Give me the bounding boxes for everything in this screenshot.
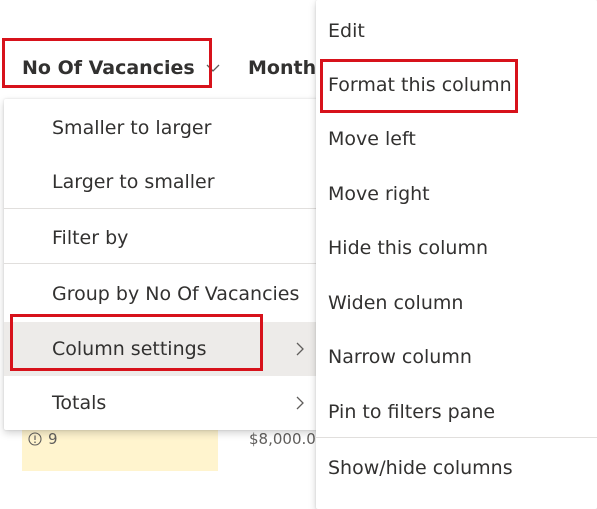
column-dropdown-menu: Smaller to larger Larger to smaller Filt… bbox=[4, 99, 320, 430]
chevron-right-icon bbox=[296, 396, 304, 410]
menu-item-edit[interactable]: Edit bbox=[316, 4, 597, 58]
info-circle-icon bbox=[28, 432, 42, 446]
menu-item-narrow-column[interactable]: Narrow column bbox=[316, 330, 597, 384]
column-header-label: No Of Vacancies bbox=[22, 57, 195, 79]
column-header-month[interactable]: Month bbox=[248, 54, 316, 82]
menu-item-widen-column[interactable]: Widen column bbox=[316, 276, 597, 330]
menu-item-show-hide-columns[interactable]: Show/hide columns bbox=[316, 441, 597, 495]
menu-item-totals[interactable]: Totals bbox=[4, 376, 320, 430]
column-header-no-of-vacancies[interactable]: No Of Vacancies bbox=[22, 54, 221, 82]
menu-item-move-right[interactable]: Move right bbox=[316, 167, 597, 221]
menu-divider bbox=[4, 208, 320, 209]
column-settings-submenu: Edit Format this column Move left Move r… bbox=[316, 0, 597, 509]
menu-divider bbox=[316, 437, 597, 438]
menu-item-move-left[interactable]: Move left bbox=[316, 112, 597, 166]
menu-divider bbox=[4, 263, 320, 264]
chevron-right-icon bbox=[296, 342, 304, 356]
chevron-down-icon bbox=[206, 64, 220, 72]
month-cell-value: $8,000.0 bbox=[249, 430, 316, 448]
list-view: No Of Vacancies Month 9 $8,000.0 Smaller… bbox=[0, 0, 597, 509]
menu-item-filter-by[interactable]: Filter by bbox=[4, 211, 320, 265]
menu-item-format-this-column[interactable]: Format this column bbox=[316, 58, 597, 112]
menu-item-column-settings[interactable]: Column settings bbox=[4, 322, 320, 376]
menu-item-smaller-to-larger[interactable]: Smaller to larger bbox=[4, 101, 320, 155]
menu-item-larger-to-smaller[interactable]: Larger to smaller bbox=[4, 155, 320, 209]
menu-item-pin-to-filters-pane[interactable]: Pin to filters pane bbox=[316, 385, 597, 439]
vacancies-cell-value: 9 bbox=[28, 430, 58, 448]
menu-item-hide-this-column[interactable]: Hide this column bbox=[316, 221, 597, 275]
vacancies-count: 9 bbox=[48, 430, 58, 448]
menu-item-group-by[interactable]: Group by No Of Vacancies bbox=[4, 267, 320, 321]
